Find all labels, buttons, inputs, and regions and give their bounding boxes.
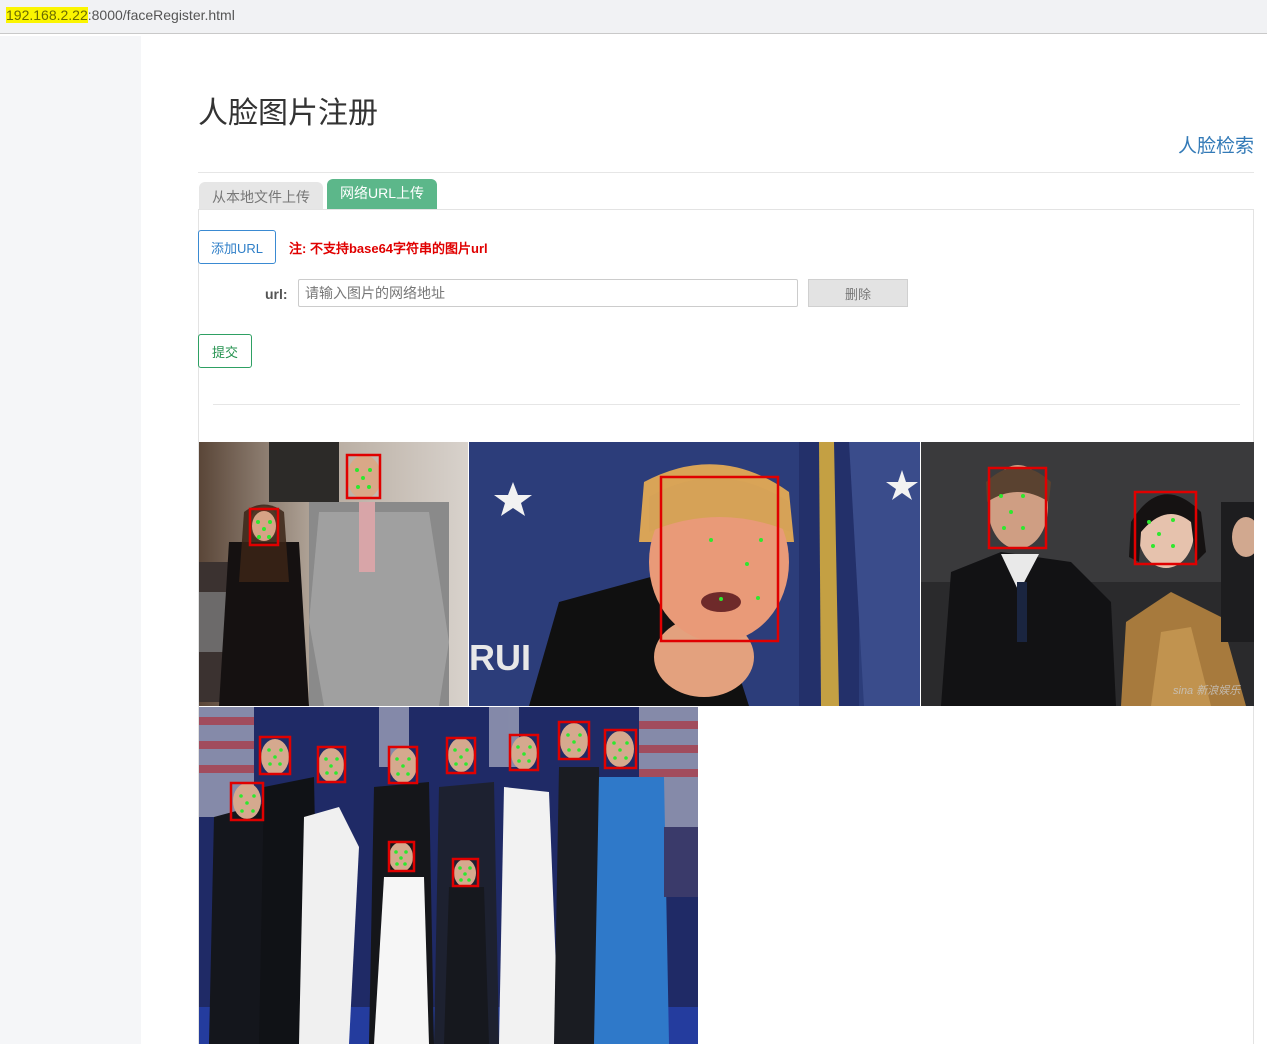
watermark: sina 新浪娱乐 xyxy=(1173,684,1241,697)
submit-button[interactable]: 提交 xyxy=(198,334,252,368)
result-photo-2: RUI xyxy=(469,442,920,706)
delete-button[interactable]: 删除 xyxy=(808,279,908,307)
face-search-link[interactable]: 人脸检索 xyxy=(1178,131,1254,158)
tab-local-upload[interactable]: 从本地文件上传 xyxy=(199,182,323,210)
address-path: :8000/faceRegister.html xyxy=(87,7,235,23)
address-bar[interactable]: 192.168.2.22:8000/faceRegister.html xyxy=(0,0,1267,34)
result-photo-4 xyxy=(199,707,698,1044)
podium-lettering: RUI xyxy=(469,637,531,678)
url-input[interactable] xyxy=(298,279,798,307)
base64-warning: 注: 不支持base64字符串的图片url xyxy=(289,241,488,256)
left-gutter xyxy=(0,36,141,1044)
result-photo-3: sina 新浪娱乐 xyxy=(921,442,1254,706)
add-url-button[interactable]: 添加URL xyxy=(198,230,276,264)
title-divider xyxy=(198,172,1254,173)
tab-url-upload[interactable]: 网络URL上传 xyxy=(327,179,438,210)
address-host: 192.168.2.22 xyxy=(6,7,88,23)
result-photo-1 xyxy=(199,442,468,706)
address-url[interactable]: 192.168.2.22:8000/faceRegister.html xyxy=(6,7,235,23)
page-title: 人脸图片注册 xyxy=(198,97,378,130)
url-label: url: xyxy=(265,286,288,302)
panel-divider xyxy=(213,404,1240,405)
